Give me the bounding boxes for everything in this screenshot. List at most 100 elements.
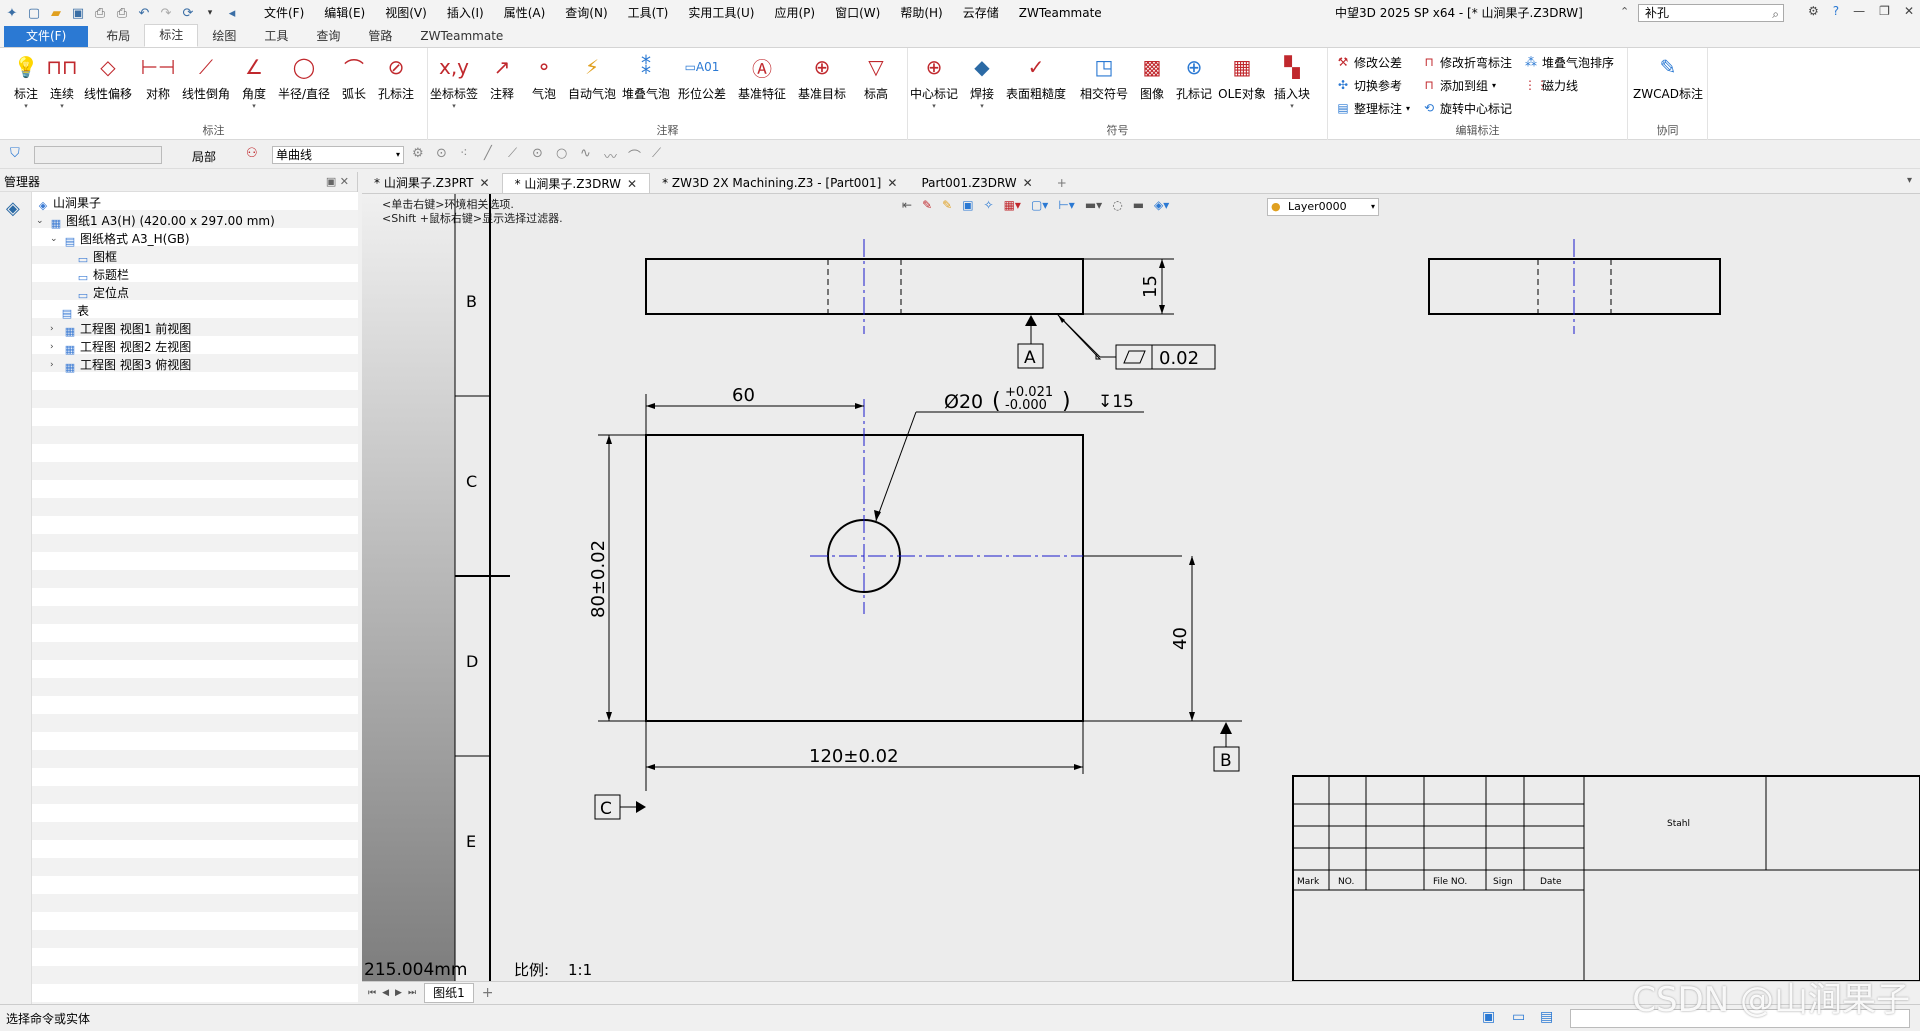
flatness-value[interactable]: 0.02 [1159, 348, 1199, 369]
hole-dim-button[interactable]: ⊘ 孔标注 [374, 52, 418, 102]
snap-icon[interactable]: ⚙ [412, 146, 424, 161]
hole-tol-lower[interactable]: -0.000 [1005, 398, 1047, 413]
menu-attribute[interactable]: 属性(A) [494, 0, 556, 26]
dropdown-icon[interactable]: ▾ [1492, 81, 1496, 90]
sheet-tab-1[interactable]: 图纸1 [424, 983, 474, 1003]
open-folder-icon[interactable]: ▰ [48, 5, 64, 21]
front-view[interactable]: 60 Ø20 ( +0.021 -0.000 ) ↧15 80±0.02 40 [588, 385, 1242, 820]
dim-text-40[interactable]: 40 [1170, 627, 1191, 650]
doc-tab-machining[interactable]: * ZW3D 2X Machining.Z3 - [Part001] ✕ [650, 173, 909, 193]
curve-snap-icon[interactable]: ∿ [580, 146, 591, 161]
layout-icon[interactable]: ▣ [1482, 1009, 1495, 1025]
close-tab-icon[interactable]: ✕ [1023, 176, 1033, 190]
doc-tab-part001[interactable]: Part001.Z3DRW ✕ [909, 173, 1044, 193]
center-snap-icon[interactable]: ⊙ [532, 146, 543, 161]
dropdown-icon[interactable]: ▾ [1406, 104, 1410, 113]
dim-text-120[interactable]: 120±0.02 [809, 746, 899, 767]
intersection-symbol-button[interactable]: ◳ 相交符号 [1080, 52, 1128, 102]
dropdown-icon[interactable]: ▾ [452, 102, 456, 111]
search-input[interactable]: 补孔 ⌕ [1638, 4, 1784, 22]
filter-icon[interactable]: ⛉ [10, 146, 20, 161]
dim-text-80[interactable]: 80±0.02 [588, 540, 609, 618]
tab-tools[interactable]: 工具 [250, 26, 302, 47]
print-icon[interactable]: ⎙ [92, 5, 108, 21]
surface-roughness-button[interactable]: ✓ 表面粗糙度 [1006, 52, 1066, 102]
modify-tolerance-button[interactable]: ⚒ 修改公差 [1336, 52, 1402, 72]
panel-icon[interactable]: ▤ [1540, 1009, 1553, 1025]
modify-bend-dim-button[interactable]: ⊓ 修改折弯标注 [1422, 52, 1512, 72]
menu-edit[interactable]: 编辑(E) [314, 0, 375, 26]
dropdown-icon[interactable]: ▾ [252, 102, 256, 111]
title-block[interactable]: Stahl Mark NO. File NO. Sign Date [1292, 775, 1920, 981]
circle-snap-icon[interactable]: ○ [556, 146, 567, 161]
menu-view[interactable]: 视图(V) [375, 0, 437, 26]
datum-a-label[interactable]: A [1024, 348, 1036, 368]
zwcad-annotate-button[interactable]: ✎ ZWCAD标注 [1633, 52, 1703, 102]
pick-icon[interactable]: ⚇ [246, 146, 258, 161]
menu-cloud[interactable]: 云存储 [953, 0, 1009, 26]
app-logo-icon[interactable]: ✦ [4, 5, 20, 21]
weld-button[interactable]: ◆ 焊接 ▾ [960, 52, 1004, 111]
magnetic-line-button[interactable]: ⋮⋮ 磁力线 [1524, 75, 1578, 95]
monitor-icon[interactable]: ▭ [1512, 1009, 1525, 1025]
stack-balloon-sort-button[interactable]: ⁂ 堆叠气泡排序 [1524, 52, 1614, 72]
dropdown-icon[interactable]: ▾ [980, 102, 984, 111]
menu-zwteammate[interactable]: ZWTeammate [1009, 0, 1112, 26]
search-icon[interactable]: ⌕ [1772, 6, 1779, 22]
close-icon[interactable]: ✕ [1904, 4, 1914, 18]
toggle-reference-button[interactable]: ✣ 切换参考 [1336, 75, 1402, 95]
linear-offset-button[interactable]: ◇ 线性偏移 [84, 52, 132, 102]
qat-dropdown-icon[interactable]: ▾ [202, 5, 218, 21]
collapse-ribbon-icon[interactable]: ⌃ [1620, 5, 1629, 18]
continuous-dim-button[interactable]: ⊓⊓ 连续 ▾ [40, 52, 84, 111]
datum-target-button[interactable]: ⊕ 基准目标 [798, 52, 846, 102]
close-tab-icon[interactable]: ✕ [887, 176, 897, 190]
dim-text-15[interactable]: 15 [1140, 275, 1161, 298]
menu-insert[interactable]: 插入(I) [437, 0, 494, 26]
tab-zwteammate[interactable]: ZWTeammate [406, 26, 517, 47]
history-manager-icon[interactable]: ◈ [6, 198, 20, 219]
expand-arrow-icon[interactable]: › [50, 338, 60, 356]
balloon-button[interactable]: ⚬ 气泡 [522, 52, 566, 102]
tree-node-locator[interactable]: ▭ 定位点 [76, 284, 129, 302]
top-view[interactable]: 15 A 0.02 [645, 239, 1216, 370]
menu-utilities[interactable]: 实用工具(U) [678, 0, 764, 26]
tab-annotate[interactable]: 标注 [144, 24, 199, 47]
tree-node-format[interactable]: ⌄ ▤ 图纸格式 A3_H(GB) [50, 230, 190, 248]
doc-tab-prt[interactable]: * 山涧果子.Z3PRT ✕ [362, 173, 502, 193]
datum-feature-button[interactable]: Ⓐ 基准特征 [738, 52, 786, 102]
next-sheet-icon[interactable]: ▶ [395, 988, 402, 998]
prev-sheet-icon[interactable]: ◀ [382, 988, 389, 998]
save-icon[interactable]: ▣ [70, 5, 86, 21]
minimize-icon[interactable]: — [1853, 4, 1865, 18]
tab-list-icon[interactable]: ▾ [1907, 175, 1912, 186]
menu-tools[interactable]: 工具(T) [618, 0, 679, 26]
tree-node-titleblock[interactable]: ▭ 标题栏 [76, 266, 129, 284]
last-sheet-icon[interactable]: ⏭ [408, 988, 416, 998]
help-icon[interactable]: ? [1833, 4, 1839, 18]
add-to-group-button[interactable]: ⊓ 添加到组 ▾ [1422, 75, 1496, 95]
line-snap-icon[interactable]: ╱ [484, 146, 492, 161]
insert-block-button[interactable]: ▚ 插入块 ▾ [1270, 52, 1314, 111]
curve-type-select[interactable]: 单曲线 ▾ [272, 146, 404, 164]
undo-icon[interactable]: ↶ [136, 5, 152, 21]
slash-snap-icon[interactable]: ⟋ [652, 146, 661, 161]
tree-node-view3[interactable]: › ▦ 工程图 视图3 俯视图 [50, 356, 191, 374]
menu-query[interactable]: 查询(N) [555, 0, 617, 26]
close-tab-icon[interactable]: ✕ [480, 176, 490, 190]
datum-b-label[interactable]: B [1220, 751, 1232, 771]
scope-label[interactable]: 局部 [192, 148, 216, 165]
dropdown-icon[interactable]: ▾ [932, 102, 936, 111]
note-button[interactable]: ↗ 注释 [480, 52, 524, 102]
tree-node-sheet[interactable]: ⌄ ▦ 图纸1 A3(H) (420.00 x 297.00 mm) [36, 212, 275, 230]
auto-balloon-button[interactable]: ⚡ 自动气泡 [568, 52, 616, 102]
restore-icon[interactable]: ❐ [1879, 4, 1890, 18]
menu-help[interactable]: 帮助(H) [890, 0, 952, 26]
side-view[interactable] [1428, 239, 1721, 334]
arrow-left-icon[interactable]: ◂ [224, 5, 240, 21]
expand-arrow-icon[interactable]: › [50, 320, 60, 338]
hole-depth[interactable]: ↧15 [1098, 392, 1134, 412]
rotate-center-mark-button[interactable]: ⟲ 旋转中心标记 [1422, 98, 1512, 118]
first-sheet-icon[interactable]: ⏮ [368, 988, 376, 998]
dim-text-60[interactable]: 60 [732, 385, 755, 406]
